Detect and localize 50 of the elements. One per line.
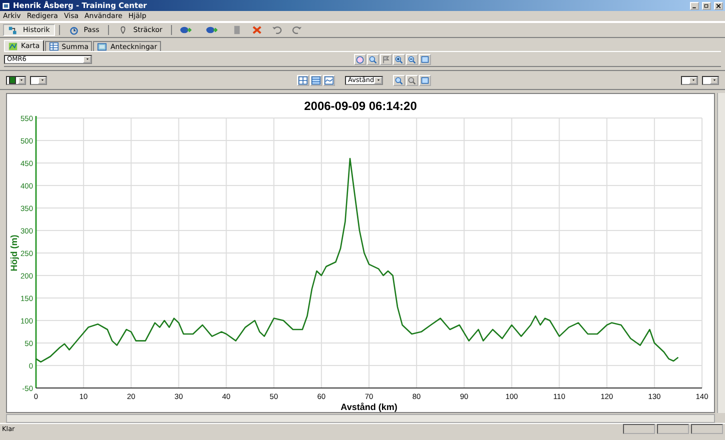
zoom-out-icon (407, 54, 417, 64)
caret-icon (712, 78, 716, 82)
fit-frame-button[interactable] (419, 74, 431, 86)
status-panel (657, 424, 689, 434)
status-panel (691, 424, 723, 434)
zoom-in-icon (394, 54, 404, 64)
right-dropdown[interactable] (681, 76, 698, 84)
magnifier-icon (368, 54, 378, 64)
fit-frame-icon (420, 76, 430, 84)
x-axis-label: Avstånd (km) (340, 402, 398, 412)
vertical-scrollbar[interactable] (717, 93, 725, 413)
caret-icon (40, 78, 44, 82)
caret-icon (84, 57, 90, 61)
wave-icon (324, 76, 334, 84)
close-button[interactable] (714, 2, 723, 10)
zoom-out-button[interactable] (406, 74, 418, 86)
right-dropdown[interactable] (702, 76, 719, 84)
horizontal-scrollbar[interactable] (6, 414, 715, 423)
wave-button[interactable] (323, 74, 335, 86)
chart-title: 2006-09-09 06:14:20 (304, 99, 417, 113)
close-icon (715, 2, 722, 8)
zoom-out-button[interactable] (406, 54, 418, 64)
zoom-in-button[interactable] (393, 54, 405, 64)
fit-frame-icon (420, 54, 430, 64)
lines-button[interactable] (310, 74, 322, 86)
flag-button[interactable] (380, 54, 392, 64)
flag-icon (381, 54, 391, 64)
map-icon (8, 42, 18, 50)
minimize-button[interactable] (690, 2, 699, 10)
zoom-out-icon (407, 76, 417, 84)
redo-icon (291, 25, 304, 35)
status-panel (623, 424, 655, 434)
delete-icon (251, 25, 264, 35)
app-icon (2, 2, 10, 10)
caret-icon (19, 78, 24, 82)
undo-icon (271, 25, 284, 35)
caret-icon (690, 78, 696, 82)
color-swatch-icon (9, 76, 16, 84)
stopwatch-icon (68, 26, 79, 34)
fit-frame-button[interactable] (419, 54, 431, 64)
zoom-in-icon (394, 76, 404, 84)
caret-icon (376, 78, 381, 82)
line-color-dropdown[interactable] (6, 76, 26, 84)
lines-icon (311, 76, 321, 84)
y-axis-label: Höjd (m) (9, 234, 19, 272)
restore-icon (703, 2, 710, 8)
magnifier-button[interactable] (367, 54, 379, 64)
line-style-dropdown[interactable] (30, 76, 47, 84)
zoom-in-button[interactable] (393, 74, 405, 86)
restore-button[interactable] (702, 2, 711, 10)
